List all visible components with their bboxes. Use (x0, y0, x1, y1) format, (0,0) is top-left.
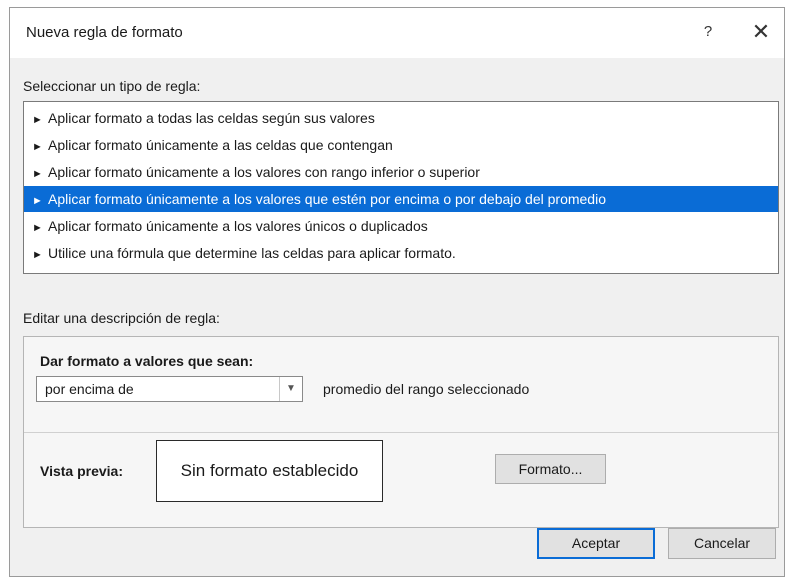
rule-description-panel: Dar formato a valores que sean: por enci… (23, 336, 779, 528)
format-values-heading: Dar formato a valores que sean: (40, 353, 254, 369)
close-icon[interactable]: ✕ (746, 18, 776, 46)
rule-type-item-label: Aplicar formato únicamente a los valores… (48, 191, 606, 207)
rule-type-item-label: Aplicar formato únicamente a las celdas … (48, 137, 393, 153)
rule-type-label: Seleccionar un tipo de regla: (23, 78, 201, 94)
cancel-button[interactable]: Cancelar (668, 528, 776, 559)
rule-type-item-cells-containing[interactable]: ► Aplicar formato únicamente a las celdas… (24, 132, 778, 158)
arrow-icon: ► (32, 222, 43, 234)
average-range-text: promedio del rango seleccionado (323, 381, 530, 397)
arrow-icon: ► (32, 249, 43, 261)
rule-type-item-label: Aplicar formato únicamente a los valores… (48, 164, 480, 180)
chevron-down-icon[interactable]: ▼ (279, 377, 302, 401)
divider (24, 432, 778, 433)
arrow-icon: ► (32, 195, 43, 207)
rule-type-item-unique-duplicate[interactable]: ► Aplicar formato únicamente a los valore… (24, 213, 778, 239)
title-bar: Nueva regla de formato ? ✕ (10, 8, 784, 58)
format-preview: Sin formato establecido (156, 440, 383, 502)
help-icon[interactable]: ? (696, 20, 720, 44)
rule-type-item-label: Aplicar formato únicamente a los valores… (48, 218, 428, 234)
preview-label: Vista previa: (40, 463, 124, 479)
above-below-select[interactable]: por encima de ▼ (36, 376, 303, 402)
rule-type-item-above-below-average[interactable]: ► Aplicar formato únicamente a los valore… (24, 186, 778, 212)
rule-type-item-top-bottom[interactable]: ► Aplicar formato únicamente a los valore… (24, 159, 778, 185)
rule-type-list[interactable]: ► Aplicar formato a todas las celdas segú… (23, 101, 779, 274)
arrow-icon: ► (32, 168, 43, 180)
rule-type-item-all-cells[interactable]: ► Aplicar formato a todas las celdas segú… (24, 105, 778, 131)
rule-type-item-label: Utilice una fórmula que determine las ce… (48, 245, 456, 261)
new-format-rule-dialog: Nueva regla de formato ? ✕ Seleccionar u… (9, 7, 785, 577)
arrow-icon: ► (32, 141, 43, 153)
select-value: por encima de (45, 381, 134, 397)
rule-type-item-formula[interactable]: ► Utilice una fórmula que determine las c… (24, 240, 778, 266)
rule-type-item-label: Aplicar formato a todas las celdas según… (48, 110, 375, 126)
format-button[interactable]: Formato... (495, 454, 606, 484)
edit-description-label: Editar una descripción de regla: (23, 310, 220, 326)
dialog-title: Nueva regla de formato (26, 24, 183, 41)
ok-button[interactable]: Aceptar (537, 528, 655, 559)
arrow-icon: ► (32, 114, 43, 126)
